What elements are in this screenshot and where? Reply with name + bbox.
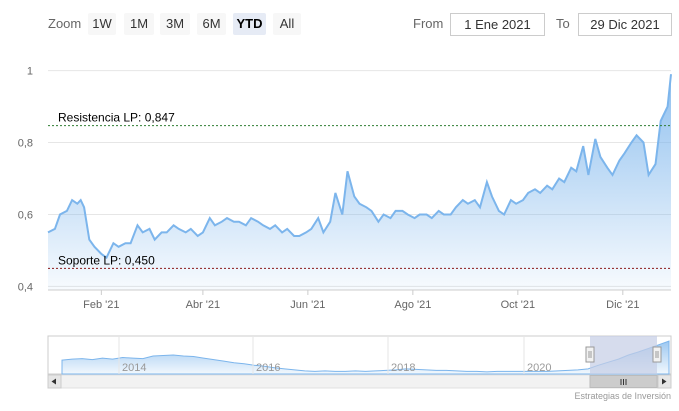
x-tick-label: Ago '21 xyxy=(394,299,431,311)
y-tick-label: 0,6 xyxy=(18,209,33,221)
navigator-year-label: 2014 xyxy=(122,362,146,374)
y-tick-label: 0,8 xyxy=(18,138,33,150)
x-tick-label: Oct '21 xyxy=(501,299,536,311)
credits[interactable]: Estrategias de Inversión xyxy=(574,391,671,401)
navigator-right-handle[interactable] xyxy=(652,346,662,363)
navigator-year-label: 2016 xyxy=(256,362,280,374)
stock-price-chart: 0,4 0,6 0,8 1 Resistencia LP: 0,847 Soporte … xyxy=(18,66,672,401)
y-tick-label: 0,4 xyxy=(18,281,33,293)
x-tick-label: Jun '21 xyxy=(290,299,325,311)
navigator[interactable]: 2014 2016 2018 2020 xyxy=(47,335,672,375)
x-tick-label: Dic '21 xyxy=(606,299,639,311)
scrollbar-track[interactable] xyxy=(47,374,672,389)
scrollbar[interactable] xyxy=(47,374,672,389)
navigator-year-label: 2018 xyxy=(391,362,415,374)
x-tick-label: Abr '21 xyxy=(186,299,221,311)
support-label: Soporte LP: 0,450 xyxy=(58,253,155,267)
navigator-left-handle[interactable] xyxy=(585,346,595,363)
x-tick-label: Feb '21 xyxy=(83,299,119,311)
resistance-label: Resistencia LP: 0,847 xyxy=(58,111,175,125)
y-tick-label: 1 xyxy=(27,66,33,78)
navigator-year-label: 2020 xyxy=(527,362,551,374)
navigator-selected-range[interactable] xyxy=(590,336,657,374)
